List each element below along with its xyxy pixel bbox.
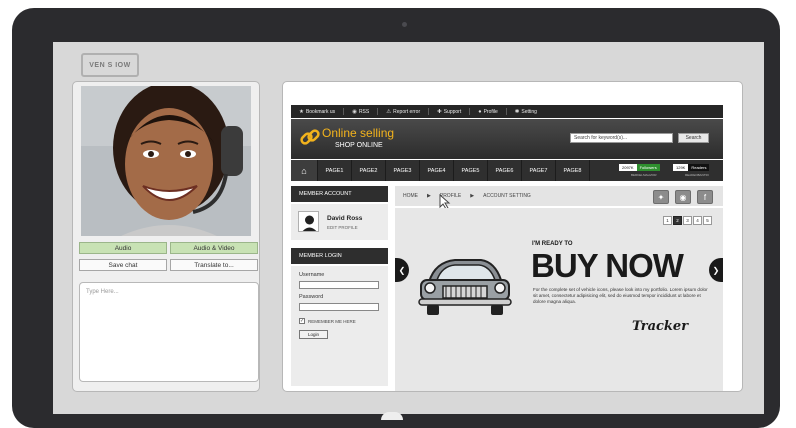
video-feed: [81, 86, 251, 236]
chat-input[interactable]: Type Here...: [79, 282, 259, 382]
car-illustration: [418, 259, 512, 315]
rss-icon: ◉: [352, 108, 357, 115]
audio-button[interactable]: Audio: [79, 242, 167, 254]
pager-1[interactable]: 1: [663, 216, 672, 225]
app-logo: VEN S IOW: [81, 53, 139, 77]
breadcrumb-account-setting[interactable]: ACCOUNT SETTING: [483, 193, 531, 199]
translate-button[interactable]: Translate to...: [170, 259, 258, 271]
remember-checkbox[interactable]: ✓: [299, 318, 305, 324]
rss-icon[interactable]: ◉: [675, 190, 691, 204]
gear-icon: ✱: [514, 108, 520, 115]
nav-page1[interactable]: PAGE1: [318, 160, 352, 181]
member-name: David Ross: [327, 215, 363, 222]
rss-link[interactable]: ◉ RSS: [352, 109, 369, 115]
report-error-link[interactable]: ⚠ Report error: [386, 109, 420, 115]
banner-prev-button[interactable]: ❮: [395, 258, 409, 282]
support-icon: ✚: [437, 108, 442, 115]
site-header: Online selling SHOP ONLINE Search for ke…: [291, 119, 723, 159]
bookmark-link[interactable]: ★ Bookmark us: [299, 109, 335, 115]
banner-pager: 1 2 3 4 5: [663, 216, 712, 225]
username-label: Username: [299, 272, 325, 278]
nav-page7[interactable]: PAGE7: [522, 160, 556, 181]
edit-profile-link[interactable]: EDIT PROFILE: [327, 225, 358, 230]
banner-description: For the complete set of vehicle icons, p…: [533, 287, 708, 304]
audio-video-button[interactable]: Audio & Video: [170, 242, 258, 254]
home-icon[interactable]: ⌂: [291, 160, 318, 181]
chevron-right-icon: ▶: [470, 193, 475, 199]
website-panel: ★ Bookmark us ◉ RSS ⚠ Report error ✚ Support…: [282, 81, 743, 392]
pager-2[interactable]: 2: [673, 216, 682, 225]
banner-headline: BUY NOW: [531, 247, 684, 284]
nav-page6[interactable]: PAGE6: [488, 160, 522, 181]
nav-page8[interactable]: PAGE8: [556, 160, 590, 181]
tracker-logo: Tracker: [632, 319, 689, 334]
device-home-button: [381, 412, 403, 420]
site-title: Online selling: [322, 126, 395, 140]
main-nav: ⌂ PAGE1 PAGE2 PAGE3 PAGE4 PAGE5 PAGE6 PA…: [291, 160, 723, 181]
avatar: [298, 211, 319, 232]
site-subtitle: SHOP ONLINE: [335, 142, 383, 149]
twitter-icon[interactable]: ✦: [653, 190, 669, 204]
nav-page2[interactable]: PAGE2: [352, 160, 386, 181]
breadcrumb: HOME ▶ PROFILE ▶ ACCOUNT SETTING ✦ ◉ f: [395, 186, 723, 210]
facebook-icon[interactable]: f: [697, 190, 713, 204]
top-utility-bar: ★ Bookmark us ◉ RSS ⚠ Report error ✚ Support…: [291, 105, 723, 118]
nav-page5[interactable]: PAGE5: [454, 160, 488, 181]
password-field[interactable]: [299, 303, 379, 311]
support-link[interactable]: ✚ Support: [437, 109, 461, 115]
caller-portrait: [81, 86, 251, 236]
followers-counter: 2097K Followers BERKELSIALIZOR: [619, 164, 660, 177]
pager-4[interactable]: 4: [693, 216, 702, 225]
member-account-box: David Ross EDIT PROFILE: [291, 204, 388, 240]
nav-page4[interactable]: PAGE4: [420, 160, 454, 181]
search-input[interactable]: Search for keyword(s)...: [570, 133, 673, 143]
pager-5[interactable]: 5: [703, 216, 712, 225]
laptop-frame: VEN S IOW Audio Audio & Video Save chat …: [12, 8, 780, 428]
promo-banner: 1 2 3 4 5 ❮ ❯ I'M READY TO BUY NOW For t…: [395, 208, 723, 391]
member-login-heading: MEMBER LOGIN: [291, 248, 388, 264]
chevron-right-icon: ▶: [427, 193, 431, 199]
readers-counter: 129K Readers READEOBANTRI: [673, 164, 710, 177]
password-label: Password: [299, 294, 324, 300]
username-field[interactable]: [299, 281, 379, 289]
user-icon: ●: [478, 108, 482, 115]
remember-me[interactable]: ✓ REMEMBER ME HERE: [299, 318, 356, 324]
profile-link[interactable]: ● Profile: [478, 109, 498, 115]
breadcrumb-home[interactable]: HOME: [403, 193, 418, 199]
banner-next-button[interactable]: ❯: [709, 258, 723, 282]
member-account-heading: MEMBER ACCOUNT: [291, 186, 388, 202]
app-screen: VEN S IOW Audio Audio & Video Save chat …: [53, 42, 764, 414]
warning-icon: ⚠: [386, 108, 392, 115]
nav-page3[interactable]: PAGE3: [386, 160, 420, 181]
pager-3[interactable]: 3: [683, 216, 692, 225]
login-button[interactable]: Login: [299, 330, 328, 339]
setting-link[interactable]: ✱ Setting: [515, 109, 537, 115]
search-button[interactable]: Search: [678, 133, 709, 143]
save-chat-button[interactable]: Save chat: [79, 259, 167, 271]
link-chain-icon: [300, 129, 320, 145]
member-login-box: Username Password ✓ REMEMBER ME HERE Log…: [291, 266, 388, 386]
star-icon: ★: [299, 108, 304, 115]
camera-icon: [402, 22, 407, 27]
video-chat-panel: Audio Audio & Video Save chat Translate …: [72, 81, 260, 392]
